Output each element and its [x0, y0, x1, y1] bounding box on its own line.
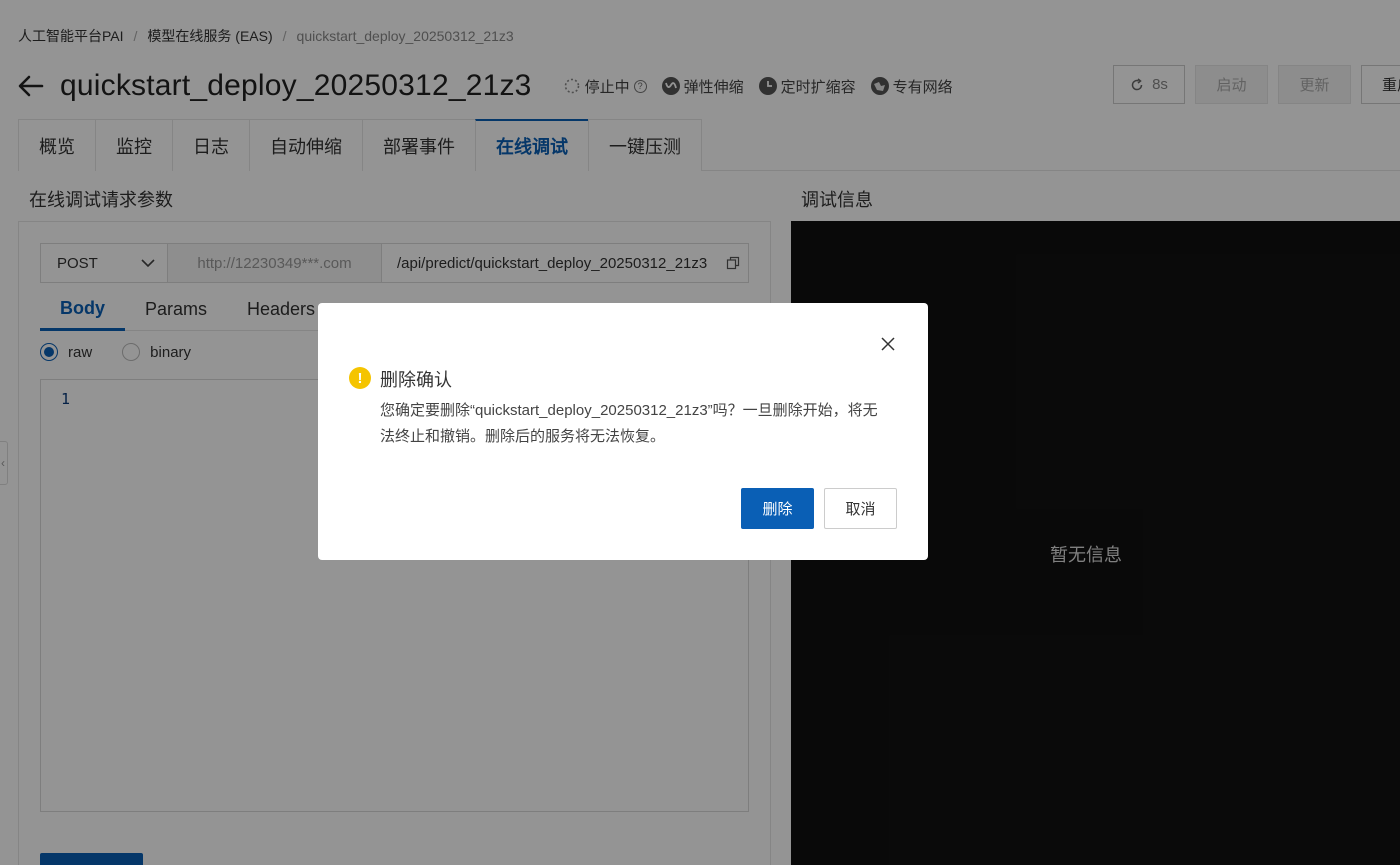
confirm-delete-button[interactable]: 删除	[741, 488, 814, 529]
dialog-title: 删除确认	[380, 370, 452, 390]
page: 人工智能平台PAI / 模型在线服务 (EAS) / quickstart_de…	[0, 0, 1400, 865]
dialog-message: 您确定要删除“quickstart_deploy_20250312_21z3”吗…	[380, 402, 878, 445]
delete-confirm-dialog: ! 删除确认 您确定要删除“quickstart_deploy_20250312…	[318, 303, 928, 560]
warning-icon: !	[349, 367, 371, 389]
cancel-button[interactable]: 取消	[824, 488, 897, 529]
close-icon[interactable]	[878, 334, 898, 354]
